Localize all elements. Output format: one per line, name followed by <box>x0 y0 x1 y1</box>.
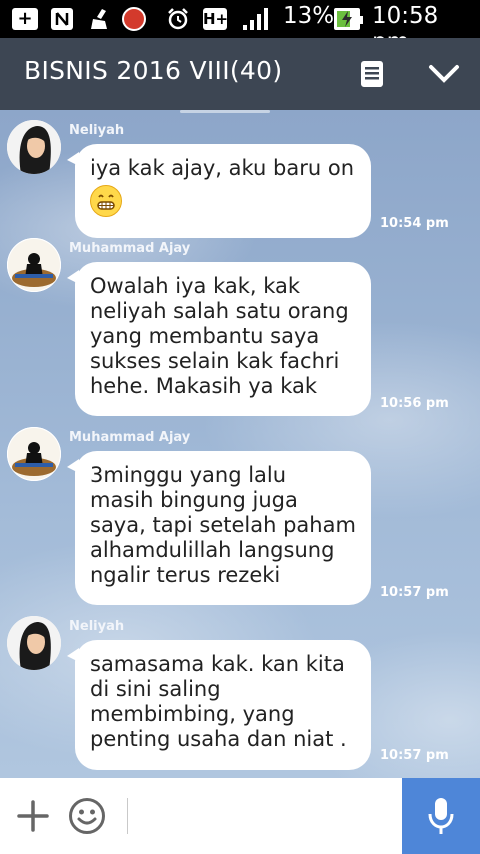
battery-charging-icon <box>334 8 363 30</box>
message-input[interactable] <box>135 792 395 840</box>
sticker-button[interactable] <box>67 796 107 836</box>
message-time: 10:54 pm <box>380 216 449 231</box>
grinning-face-icon <box>90 185 122 217</box>
avatar[interactable] <box>7 427 61 481</box>
sender-name: Muhammad Ajay <box>69 241 191 256</box>
status-bar: + H+ 13% 10:58 pm <box>0 0 480 55</box>
message-text: Owalah iya kak, kak neliyah salah satu o… <box>90 274 349 398</box>
add-box-icon: + <box>12 7 38 31</box>
message-bubble[interactable]: iya kak ajay, aku baru on <box>67 144 371 238</box>
message-text: samasama kak. kan kita di sini saling me… <box>90 652 347 751</box>
collapse-button[interactable] <box>424 54 464 94</box>
sender-name: Neliyah <box>69 619 125 634</box>
nfc-icon <box>50 7 74 31</box>
message-time: 10:56 pm <box>380 396 449 411</box>
chat-title: BISNIS 2016 VIII(40) <box>24 56 283 85</box>
message-input-bar <box>0 778 480 854</box>
message-time: 10:57 pm <box>380 585 449 600</box>
message-text: iya kak ajay, aku baru on <box>90 156 354 180</box>
battery-percent: 13% <box>283 3 335 29</box>
voice-message-button[interactable] <box>402 778 480 854</box>
avatar[interactable] <box>7 120 61 174</box>
add-button[interactable] <box>13 796 53 836</box>
microphone-icon <box>428 798 454 834</box>
record-icon <box>122 7 146 31</box>
chat-area[interactable]: Neliyah iya kak ajay, aku baru on 10:54 … <box>0 110 480 778</box>
message-text: 3minggu yang lalu masih bingung juga say… <box>90 463 356 587</box>
avatar[interactable] <box>7 616 61 670</box>
sender-name: Muhammad Ajay <box>69 430 191 445</box>
scroll-indicator <box>180 110 270 113</box>
notes-icon <box>361 61 383 87</box>
message-bubble[interactable]: 3minggu yang lalu masih bingung juga say… <box>67 451 371 605</box>
plus-icon <box>17 800 49 832</box>
chevron-down-icon <box>429 65 459 83</box>
message-bubble[interactable]: Owalah iya kak, kak neliyah salah satu o… <box>67 262 371 416</box>
divider <box>127 798 128 834</box>
signal-icon <box>241 7 271 31</box>
smiley-icon <box>69 798 105 834</box>
notes-button[interactable] <box>352 54 392 94</box>
alarm-icon <box>166 7 190 31</box>
cleaner-icon <box>88 7 112 31</box>
chat-header: BISNIS 2016 VIII(40) <box>0 38 480 110</box>
avatar[interactable] <box>7 238 61 292</box>
sender-name: Neliyah <box>69 123 125 138</box>
network-type-icon: H+ <box>203 8 229 30</box>
message-bubble[interactable]: samasama kak. kan kita di sini saling me… <box>67 640 371 770</box>
message-time: 10:57 pm <box>380 748 449 763</box>
